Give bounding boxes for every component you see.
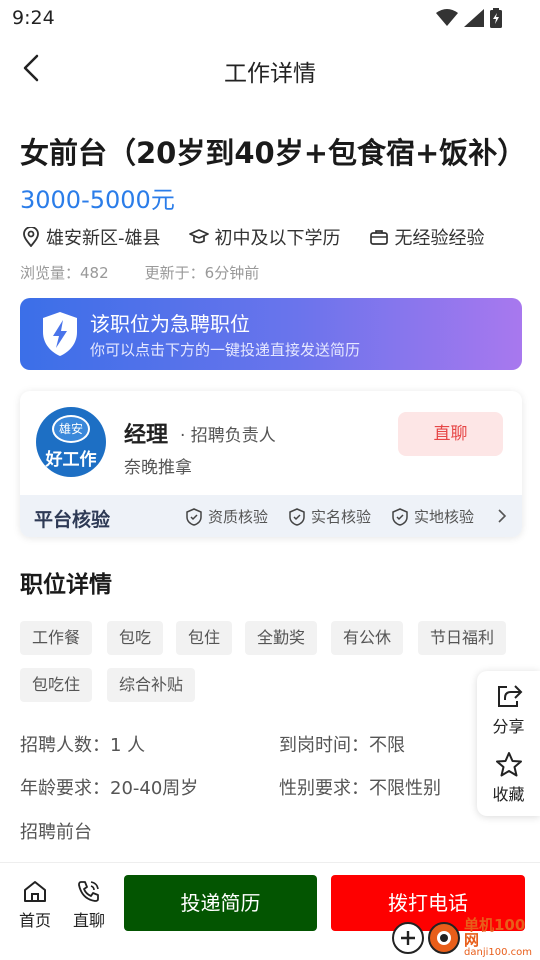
avatar-logo-bottom: 好工作: [45, 450, 97, 470]
shield-check-icon: [186, 507, 202, 526]
job-title: 女前台（20岁到40岁+包食宿+饭补）: [20, 136, 527, 170]
views-count: 482: [80, 264, 109, 282]
nav-bar: 工作详情: [0, 40, 540, 98]
job-description: 招聘前台: [20, 822, 92, 843]
briefcase-icon: [369, 230, 388, 245]
float-action-panel: 分享 收藏: [477, 671, 540, 816]
verify-item-label: 实名核验: [311, 508, 372, 526]
gender-value: 不限性别: [369, 778, 441, 799]
status-icons: [436, 8, 502, 28]
verify-item-realname: 实名核验: [289, 506, 371, 527]
recruiter-company: 奈晚推拿: [124, 458, 192, 478]
status-bar: 9:24: [0, 0, 540, 36]
signal-icon: [464, 9, 484, 27]
battery-charging-icon: [490, 8, 502, 28]
watermark-top: 单机100网: [464, 916, 526, 949]
benefit-tag: 包吃住: [20, 668, 93, 702]
phone-icon: [78, 881, 99, 902]
job-meta: 雄安新区-雄县 初中及以下学历 无经验经验: [22, 224, 522, 250]
start-time-value: 不限: [369, 735, 405, 756]
watermark-plus-icon: [392, 922, 424, 954]
benefit-tag: 全勤奖: [245, 621, 318, 655]
home-tab[interactable]: 首页: [12, 879, 58, 931]
apply-resume-button[interactable]: 投递简历: [124, 875, 317, 931]
plus-icon: [401, 931, 415, 945]
graduation-cap-icon: [188, 229, 209, 244]
urgent-title: 该职位为急聘职位: [90, 312, 250, 336]
chevron-right-icon: [498, 509, 507, 523]
wifi-icon: [436, 9, 458, 26]
location-pin-icon: [23, 227, 39, 247]
status-time: 9:24: [12, 7, 55, 29]
job-location: 雄安新区-雄县: [22, 224, 161, 250]
verify-item-qualification: 资质核验: [186, 506, 268, 527]
recruiter-name: 经理: [124, 423, 169, 448]
verify-item-label: 资质核验: [208, 508, 269, 526]
job-education: 初中及以下学历: [188, 224, 341, 250]
job-education-text: 初中及以下学历: [214, 228, 341, 249]
start-time-label: 到岗时间：: [279, 735, 369, 756]
benefit-tag: 节日福利: [418, 621, 507, 655]
favorite-label: 收藏: [492, 785, 525, 804]
job-stats: 浏览量：482 更新于：6分钟前: [20, 262, 259, 283]
job-experience-text: 无经验经验: [394, 228, 485, 249]
job-experience: 无经验经验: [369, 224, 485, 250]
gender-info: 性别要求：不限性别: [279, 774, 441, 800]
watermark-bottom: danji100.com: [464, 947, 532, 958]
favorite-button[interactable]: 收藏: [477, 751, 540, 805]
views-label: 浏览量：: [20, 264, 81, 282]
headcount-value: 1 人: [110, 735, 146, 756]
circle-dot-icon: [437, 931, 451, 945]
benefit-tag: 工作餐: [20, 621, 93, 655]
verify-title: 平台核验: [34, 509, 111, 531]
benefit-tag: 包吃: [107, 621, 164, 655]
home-icon: [24, 881, 46, 902]
age-label: 年龄要求：: [20, 778, 110, 799]
urgent-banner: 该职位为急聘职位 你可以点击下方的一键投递直接发送简历: [20, 298, 522, 370]
updated-time: 6分钟前: [204, 264, 260, 282]
updated-label: 更新于：: [144, 264, 205, 282]
views-stat: 浏览量：482: [20, 262, 109, 283]
urgent-subtitle: 你可以点击下方的一键投递直接发送简历: [90, 341, 361, 359]
headcount-info: 招聘人数：1 人: [20, 731, 145, 757]
shield-check-icon: [289, 507, 305, 526]
home-tab-label: 首页: [18, 911, 51, 930]
watermark-logo: 单机100网 danji100.com: [392, 918, 540, 958]
verify-item-onsite: 实地核验: [392, 506, 474, 527]
age-value: 20-40周岁: [110, 778, 199, 799]
share-button[interactable]: 分享: [477, 683, 540, 737]
chat-tab[interactable]: 直聊: [66, 879, 112, 931]
platform-verify-bar[interactable]: 平台核验 资质核验 实名核验 实地核验: [20, 495, 522, 537]
shield-lightning-icon: [43, 312, 77, 356]
avatar-logo-top: 雄安: [52, 415, 90, 443]
shield-check-icon: [392, 507, 408, 526]
verify-item-label: 实地核验: [414, 508, 475, 526]
updated-stat: 更新于：6分钟前: [145, 262, 260, 283]
star-icon: [495, 752, 522, 777]
start-time-info: 到岗时间：不限: [279, 731, 405, 757]
job-location-text: 雄安新区-雄县: [46, 228, 161, 249]
page-title: 工作详情: [224, 61, 316, 87]
benefit-tag: 综合补贴: [107, 668, 196, 702]
headcount-label: 招聘人数：: [20, 735, 110, 756]
benefit-tag: 包住: [176, 621, 233, 655]
recruiter-role: · 招聘负责人: [180, 426, 276, 446]
avatar: 雄安 好工作: [36, 407, 106, 477]
benefit-tag: 有公休: [331, 621, 404, 655]
job-salary: 3000-5000元: [20, 186, 175, 214]
share-icon: [497, 685, 522, 707]
age-info: 年龄要求：20-40周岁: [20, 774, 198, 800]
recruiter-card: 雄安 好工作 经理 · 招聘负责人 奈晚推拿 直聊 平台核验 资质核验 实名核验…: [20, 391, 522, 537]
chat-tab-label: 直聊: [72, 911, 105, 930]
section-title-job-details: 职位详情: [20, 572, 112, 598]
watermark-circle-icon: [428, 922, 460, 954]
gender-label: 性别要求：: [279, 778, 369, 799]
share-label: 分享: [492, 717, 525, 736]
watermark-text: 单机100网 danji100.com: [464, 918, 540, 958]
direct-chat-button[interactable]: 直聊: [398, 412, 503, 456]
